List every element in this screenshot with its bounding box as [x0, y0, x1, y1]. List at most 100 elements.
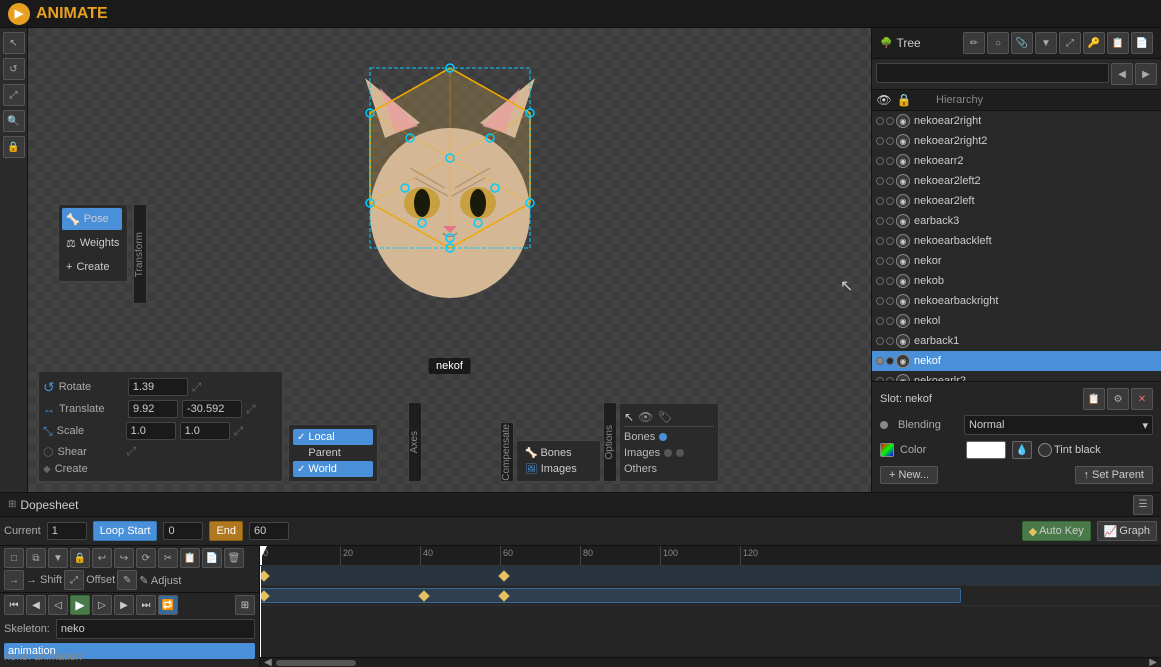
weights-tool[interactable]: ⚖ Weights — [62, 232, 122, 254]
pb-play-btn[interactable]: ▶ — [70, 595, 90, 615]
blending-dropdown[interactable]: Normal ▾ — [964, 415, 1153, 435]
tl-offset-btn[interactable]: ⤢ — [64, 570, 84, 590]
new-slot-label: New... — [898, 469, 929, 481]
scroll-bar[interactable]: ◀ ▶ — [260, 657, 1161, 667]
tree-clip-btn[interactable]: 📎 — [1011, 32, 1033, 54]
ds-menu-btn[interactable]: ☰ — [1133, 495, 1153, 515]
tree-item-nekoear2right2[interactable]: ◉ nekoear2right2 — [872, 131, 1161, 151]
tl-copy2-btn[interactable]: 📋 — [180, 548, 200, 568]
tl-undo-btn[interactable]: ↩ — [92, 548, 112, 568]
tree-item-nekoearr2[interactable]: ◉ nekoearr2 — [872, 151, 1161, 171]
tree-list[interactable]: ◉ nekoear2right ◉ nekoear2right2 ◉ nekoe… — [872, 111, 1161, 381]
create-tool[interactable]: + Create — [62, 256, 122, 278]
tl-delete-btn[interactable]: 🗑 — [224, 548, 244, 568]
color-swatch[interactable] — [966, 441, 1006, 459]
tree-item-nekoearbackright[interactable]: ◉ nekoearbackright — [872, 291, 1161, 311]
tree-pen-btn[interactable]: ✏ — [963, 32, 985, 54]
scale-x-input[interactable] — [126, 422, 176, 440]
pb-back-btn[interactable]: ◁ — [48, 595, 68, 615]
keyframe-1b[interactable] — [498, 570, 509, 581]
tree-nav-prev-btn[interactable]: ◀ — [1111, 63, 1133, 85]
tree-item-nekof[interactable]: ◉ nekof — [872, 351, 1161, 371]
pb-prev-btn[interactable]: ◀ — [26, 595, 46, 615]
move-tool-btn[interactable]: ↖ — [3, 32, 25, 54]
end-input[interactable] — [249, 522, 289, 540]
color-eyedropper-btn[interactable]: 💧 — [1012, 441, 1032, 459]
pose-tool[interactable]: 🦴 Pose — [62, 208, 122, 230]
loop-start-input[interactable] — [163, 522, 203, 540]
images-compensate-btn[interactable]: 🖼 Images — [521, 461, 596, 477]
tree-eye-dot-7 — [876, 237, 884, 245]
scroll-thumb[interactable] — [276, 660, 356, 666]
tl-paste-btn[interactable]: 📄 — [202, 548, 222, 568]
scroll-right-btn[interactable]: ▶ — [1149, 657, 1157, 667]
zoom-tool-btn[interactable]: 🔍 — [3, 110, 25, 132]
slot-settings-btn[interactable]: ⚙ — [1107, 388, 1129, 410]
scale-y-input[interactable] — [180, 422, 230, 440]
pb-loop-btn[interactable]: 🔁 — [158, 595, 178, 615]
loop-start-btn[interactable]: Loop Start — [93, 521, 158, 541]
new-slot-btn[interactable]: + New... — [880, 466, 938, 484]
pb-first-btn[interactable]: ⏮ — [4, 595, 24, 615]
slot-close-btn[interactable]: ✕ — [1131, 388, 1153, 410]
tl-shift-btn[interactable]: → — [4, 570, 24, 590]
scroll-track[interactable] — [276, 660, 1146, 666]
tree-expand-btn[interactable]: ⤢ — [1059, 32, 1081, 54]
timeline-ruler[interactable]: 0 20 40 60 80 100 120 — [260, 546, 1161, 566]
pb-next-btn[interactable]: ▶ — [114, 595, 134, 615]
scale-tool-btn[interactable]: ⤢ — [3, 84, 25, 106]
viewport[interactable]: nekof 🦴 Pose ⚖ Weights + Create — [28, 28, 871, 492]
tree-search-input[interactable] — [876, 63, 1109, 83]
tl-lock-btn[interactable]: 🔒 — [70, 548, 90, 568]
current-input[interactable] — [47, 522, 87, 540]
keyframe-1a[interactable] — [260, 570, 270, 581]
tl-refresh-btn[interactable]: ⟳ — [136, 548, 156, 568]
world-axis-btn[interactable]: ✓ World — [293, 461, 373, 477]
tree-item-nekoear2right[interactable]: ◉ nekoear2right — [872, 111, 1161, 131]
tree-item-nekoearlr2[interactable]: ◉ nekoearlr2 — [872, 371, 1161, 381]
auto-key-btn[interactable]: ◆ Auto Key — [1022, 521, 1091, 541]
pb-fwd-btn[interactable]: ▷ — [92, 595, 112, 615]
graph-btn[interactable]: 📈 Graph — [1097, 521, 1157, 541]
bones-compensate-btn[interactable]: 🦴 Bones — [521, 445, 596, 461]
tree-item-earback3[interactable]: ◉ earback3 — [872, 211, 1161, 231]
set-parent-btn[interactable]: ↑ Set Parent — [1075, 466, 1153, 484]
timeline-track-2[interactable] — [260, 586, 1161, 606]
loop-start-label: Loop Start — [100, 525, 151, 537]
tree-item-nekoearbackleft[interactable]: ◉ nekoearbackleft — [872, 231, 1161, 251]
tree-key-btn[interactable]: 🔑 — [1083, 32, 1105, 54]
tl-adjust-btn[interactable]: ✎ — [117, 570, 137, 590]
tl-cut-btn[interactable]: ✂ — [158, 548, 178, 568]
tree-filter-btn[interactable]: ▼ — [1035, 32, 1057, 54]
tree-item-nekob[interactable]: ◉ nekob — [872, 271, 1161, 291]
end-btn[interactable]: End — [209, 521, 243, 541]
rotate-tool-btn[interactable]: ↺ — [3, 58, 25, 80]
tree-nav-next-btn[interactable]: ▶ — [1135, 63, 1157, 85]
translate-y-input[interactable] — [182, 400, 242, 418]
timeline-track-1[interactable] — [260, 566, 1161, 586]
translate-x-input[interactable] — [128, 400, 178, 418]
scroll-left-btn[interactable]: ◀ — [264, 657, 272, 667]
slot-copy-btn[interactable]: 📋 — [1083, 388, 1105, 410]
tl-redo-btn[interactable]: ↪ — [114, 548, 134, 568]
rotate-input[interactable] — [128, 378, 188, 396]
tl-new-btn[interactable]: □ — [4, 548, 24, 568]
tree-paste-btn[interactable]: 📄 — [1131, 32, 1153, 54]
parent-axis-btn[interactable]: ✓ Parent — [293, 445, 373, 461]
local-axis-btn[interactable]: ✓ Local — [293, 429, 373, 445]
tree-item-nekor[interactable]: ◉ nekor — [872, 251, 1161, 271]
pb-last-btn[interactable]: ⏭ — [136, 595, 156, 615]
timeline-tracks[interactable] — [260, 566, 1161, 657]
tree-item-nekoear2left2[interactable]: ◉ nekoear2left2 — [872, 171, 1161, 191]
tree-circle-btn[interactable]: ○ — [987, 32, 1009, 54]
tree-item-icon-2: ◉ — [896, 134, 910, 148]
lock-tool-btn[interactable]: 🔒 — [3, 136, 25, 158]
skeleton-input[interactable] — [56, 619, 255, 639]
tree-copy-btn[interactable]: 📋 — [1107, 32, 1129, 54]
tl-copy-btn[interactable]: ⧉ — [26, 548, 46, 568]
tl-filter-btn[interactable]: ▼ — [48, 548, 68, 568]
tree-item-nekol[interactable]: ◉ nekol — [872, 311, 1161, 331]
tree-item-earback1[interactable]: ◉ earback1 — [872, 331, 1161, 351]
pb-extra-btn[interactable]: ⊞ — [235, 595, 255, 615]
tree-item-nekoear2left[interactable]: ◉ nekoear2left — [872, 191, 1161, 211]
